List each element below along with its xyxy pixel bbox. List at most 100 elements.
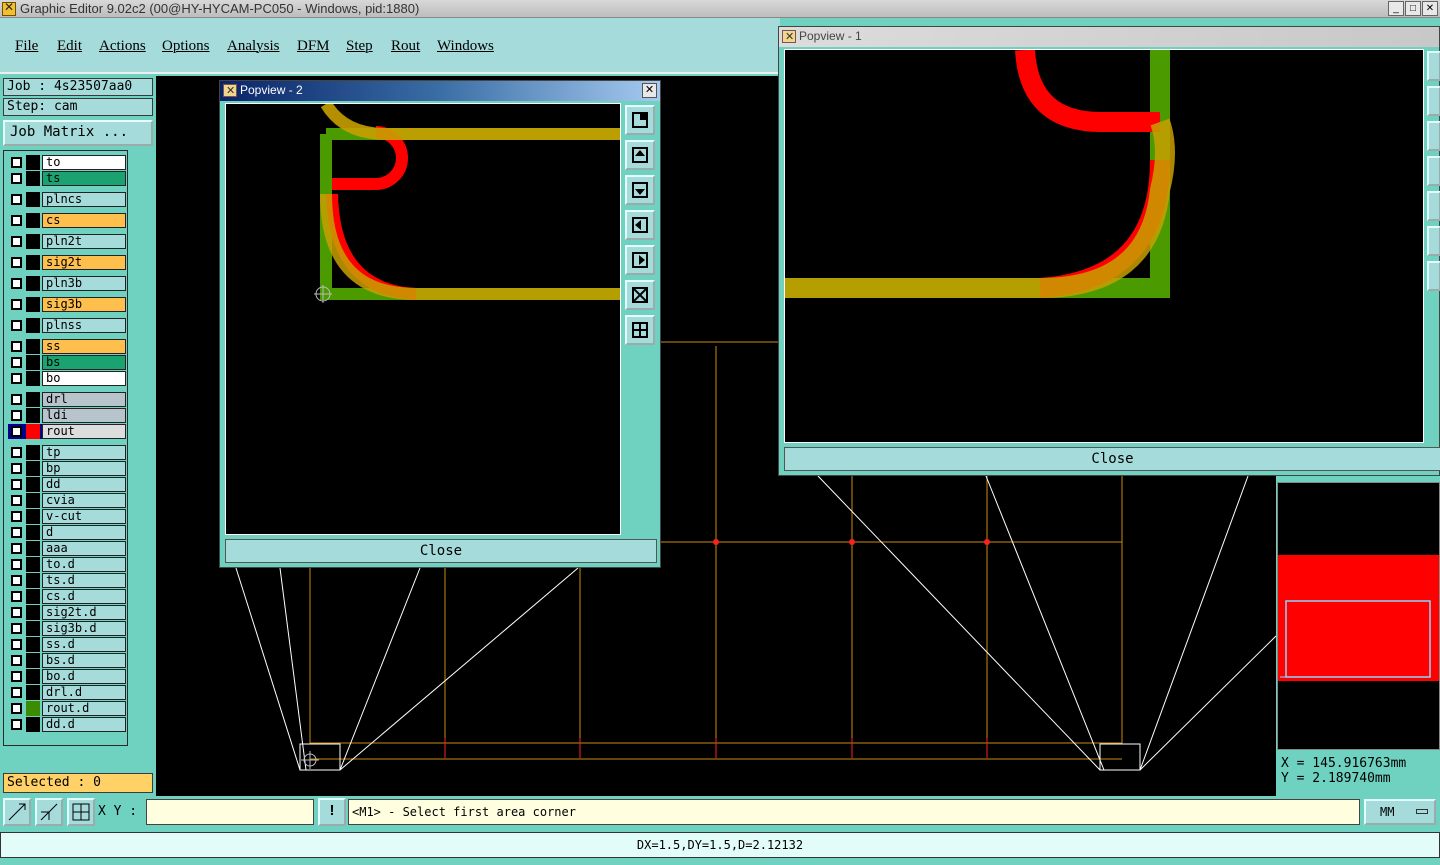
menu-dfm[interactable]: DFM (297, 38, 330, 55)
layer-row-bs[interactable]: bs (8, 355, 126, 370)
layer-name[interactable]: cs.d (42, 589, 126, 604)
layer-row-sig2t[interactable]: sig2t (8, 255, 126, 270)
zoom-fit-button[interactable] (1427, 51, 1440, 81)
layer-checkbox[interactable] (11, 591, 22, 602)
measure-mode-icon[interactable] (35, 798, 63, 826)
layer-row-bs-d[interactable]: bs.d (8, 653, 126, 668)
layer-color-swatch[interactable] (26, 355, 40, 370)
pan-right-button[interactable] (625, 245, 655, 275)
pan-up-button[interactable] (625, 140, 655, 170)
pan-right-button[interactable] (1427, 191, 1440, 221)
layer-checkbox[interactable] (11, 511, 22, 522)
layer-color-swatch[interactable] (26, 339, 40, 354)
layer-name[interactable]: bp (42, 461, 126, 476)
info-button[interactable]: ! (318, 798, 346, 826)
menu-rout[interactable]: Rout (391, 38, 420, 55)
layer-checkbox[interactable] (11, 479, 22, 490)
layer-checkbox[interactable] (11, 639, 22, 650)
zoom-out-button[interactable] (1427, 261, 1440, 291)
layer-checkbox[interactable] (11, 575, 22, 586)
layer-color-swatch[interactable] (26, 155, 40, 170)
layer-color-swatch[interactable] (26, 621, 40, 636)
layer-row-ss-d[interactable]: ss.d (8, 637, 126, 652)
layer-row-ts-d[interactable]: ts.d (8, 573, 126, 588)
layer-checkbox[interactable] (11, 527, 22, 538)
layer-row-bo-d[interactable]: bo.d (8, 669, 126, 684)
layer-color-swatch[interactable] (26, 297, 40, 312)
layer-checkbox[interactable] (11, 426, 22, 437)
popview-2-x-icon[interactable]: ✕ (642, 83, 657, 98)
layer-color-swatch[interactable] (26, 192, 40, 207)
layer-row-pln2t[interactable]: pln2t (8, 234, 126, 249)
layer-row-pln3b[interactable]: pln3b (8, 276, 126, 291)
layer-row-to[interactable]: to (8, 155, 126, 170)
layer-name[interactable]: aaa (42, 541, 126, 556)
layer-checkbox[interactable] (11, 257, 22, 268)
layer-name[interactable]: to (42, 155, 126, 170)
layer-name[interactable]: sig2t.d (42, 605, 126, 620)
layer-name[interactable]: rout.d (42, 701, 126, 716)
layer-name[interactable]: to.d (42, 557, 126, 572)
maximize-button[interactable]: □ (1405, 1, 1421, 16)
layer-name[interactable]: ts (42, 171, 126, 186)
layer-name[interactable]: drl (42, 392, 126, 407)
layer-color-swatch[interactable] (26, 234, 40, 249)
layer-row-sig3b[interactable]: sig3b (8, 297, 126, 312)
units-select[interactable]: MM (1364, 799, 1436, 825)
layer-checkbox[interactable] (11, 559, 22, 570)
layer-checkbox[interactable] (11, 703, 22, 714)
layer-color-swatch[interactable] (26, 509, 40, 524)
zoom-out-button[interactable] (625, 315, 655, 345)
layer-name[interactable]: cs (42, 213, 126, 228)
menu-edit[interactable]: Edit (57, 38, 82, 55)
layer-name[interactable]: pln2t (42, 234, 126, 249)
layer-color-swatch[interactable] (26, 637, 40, 652)
layer-name[interactable]: drl.d (42, 685, 126, 700)
xy-input[interactable] (146, 799, 314, 825)
close-window-button[interactable]: ✕ (1422, 1, 1438, 16)
zoom-in-button[interactable] (625, 280, 655, 310)
layer-color-swatch[interactable] (26, 573, 40, 588)
layer-checkbox[interactable] (11, 410, 22, 421)
layer-row-sig3b-d[interactable]: sig3b.d (8, 621, 126, 636)
popview-2-canvas[interactable] (225, 103, 621, 535)
layer-checkbox[interactable] (11, 341, 22, 352)
layer-color-swatch[interactable] (26, 171, 40, 186)
layer-row-v-cut[interactable]: v-cut (8, 509, 126, 524)
layer-color-swatch[interactable] (26, 371, 40, 386)
layer-name[interactable]: cvia (42, 493, 126, 508)
layer-row-drl-d[interactable]: drl.d (8, 685, 126, 700)
layer-checkbox[interactable] (11, 299, 22, 310)
layer-name[interactable]: sig2t (42, 255, 126, 270)
pan-down-button[interactable] (625, 175, 655, 205)
layer-name[interactable]: ldi (42, 408, 126, 423)
layer-name[interactable]: plncs (42, 192, 126, 207)
layer-color-swatch[interactable] (26, 653, 40, 668)
layer-color-swatch[interactable] (26, 541, 40, 556)
layer-row-aaa[interactable]: aaa (8, 541, 126, 556)
layer-row-dd-d[interactable]: dd.d (8, 717, 126, 732)
popview-1-canvas[interactable] (784, 49, 1424, 443)
pan-down-button[interactable] (1427, 121, 1440, 151)
layer-color-swatch[interactable] (26, 445, 40, 460)
pan-left-button[interactable] (625, 210, 655, 240)
layer-checkbox[interactable] (11, 543, 22, 554)
zoom-in-button[interactable] (1427, 226, 1440, 256)
layer-name[interactable]: dd (42, 477, 126, 492)
layer-row-tp[interactable]: tp (8, 445, 126, 460)
layer-name[interactable]: ss (42, 339, 126, 354)
layer-row-plnss[interactable]: plnss (8, 318, 126, 333)
layer-checkbox[interactable] (11, 671, 22, 682)
layer-checkbox[interactable] (11, 236, 22, 247)
layer-color-swatch[interactable] (26, 493, 40, 508)
layer-checkbox[interactable] (11, 320, 22, 331)
layer-name[interactable]: dd.d (42, 717, 126, 732)
layer-name[interactable]: bo.d (42, 669, 126, 684)
layer-name[interactable]: tp (42, 445, 126, 460)
layer-name[interactable]: plnss (42, 318, 126, 333)
layer-checkbox[interactable] (11, 495, 22, 506)
layer-color-swatch[interactable] (26, 717, 40, 732)
layer-checkbox[interactable] (11, 607, 22, 618)
minimize-button[interactable]: _ (1388, 1, 1404, 16)
layer-checkbox[interactable] (11, 687, 22, 698)
